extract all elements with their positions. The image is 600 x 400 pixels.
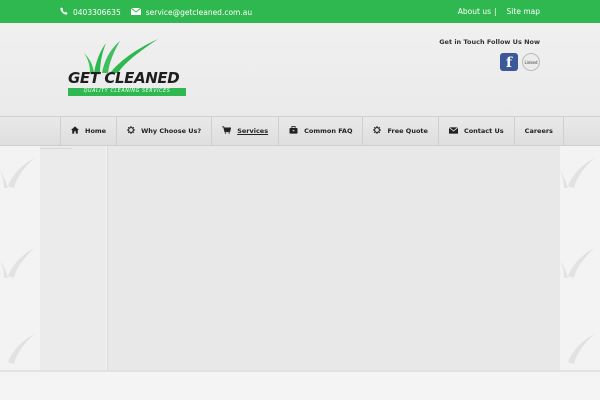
nav-label: Common FAQ: [304, 127, 353, 135]
nav-item-services[interactable]: Services: [212, 117, 280, 145]
nav-label: Home: [85, 127, 107, 135]
nav-label: Why Choose Us?: [141, 127, 202, 135]
facebook-icon[interactable]: f: [500, 53, 518, 71]
grass-logo-icon: [84, 39, 158, 73]
contact-info: 0403306635 service@getcleaned.com.au: [60, 7, 262, 17]
logo-tagline: QUALITY CLEANING SERVICES: [68, 88, 186, 96]
grass-pattern-left: [0, 158, 34, 364]
top-links: About us | Site map: [458, 7, 540, 16]
site-map-link[interactable]: Site map: [507, 7, 540, 16]
main-nav: Home Why Choose Us? Services Common FAQ …: [0, 116, 600, 146]
home-icon: [71, 126, 79, 136]
site-logo[interactable]: GET CLEANED QUALITY CLEANING SERVICES: [66, 39, 190, 99]
nav-label: Contact Us: [463, 127, 504, 135]
social-block: Get in Touch Follow Us Now f Linked: [439, 38, 540, 71]
nav-item-free-quote[interactable]: Free Quote: [363, 117, 439, 145]
envelope-icon: [448, 126, 459, 136]
nav-item-home[interactable]: Home: [60, 117, 118, 145]
phone-number: 0403306635: [73, 7, 121, 17]
main-column: [107, 146, 560, 370]
top-bar: 0403306635 service@getcleaned.com.au Abo…: [0, 0, 600, 23]
nav-item-contact-us[interactable]: Contact Us: [439, 117, 515, 145]
envelope-icon: [130, 7, 142, 17]
nav-label: Services: [237, 127, 269, 135]
grass-pattern-right: [560, 158, 594, 364]
nav-item-common-faq[interactable]: Common FAQ: [279, 117, 364, 145]
email-contact[interactable]: service@getcleaned.com.au: [130, 7, 253, 17]
cart-icon: [222, 126, 232, 136]
linkedin-icon[interactable]: Linked: [522, 53, 540, 71]
sidebar-tab-divider: [40, 148, 72, 149]
social-title: Get in Touch Follow Us Now: [439, 38, 540, 46]
social-icons: f Linked: [439, 53, 540, 71]
about-us-link[interactable]: About us: [458, 7, 491, 16]
page-content: [0, 146, 600, 372]
briefcase-icon: [289, 126, 298, 136]
left-sidebar: [40, 146, 106, 370]
nav-label: Careers: [524, 127, 553, 135]
link-separator: |: [494, 7, 497, 16]
nav-item-why-choose-us[interactable]: Why Choose Us?: [117, 117, 213, 145]
logo-brand-text: GET CLEANED: [68, 69, 180, 87]
phone-icon: [60, 7, 68, 17]
site-header: GET CLEANED QUALITY CLEANING SERVICES Ge…: [0, 23, 600, 116]
nav-label: Free Quote: [387, 127, 428, 135]
footer-strip: [0, 370, 600, 400]
email-address: service@getcleaned.com.au: [145, 7, 253, 17]
nav-item-careers[interactable]: Careers: [515, 117, 564, 145]
gear-icon: [127, 126, 136, 136]
gear-icon: [373, 126, 382, 136]
phone-contact[interactable]: 0403306635: [60, 7, 121, 17]
